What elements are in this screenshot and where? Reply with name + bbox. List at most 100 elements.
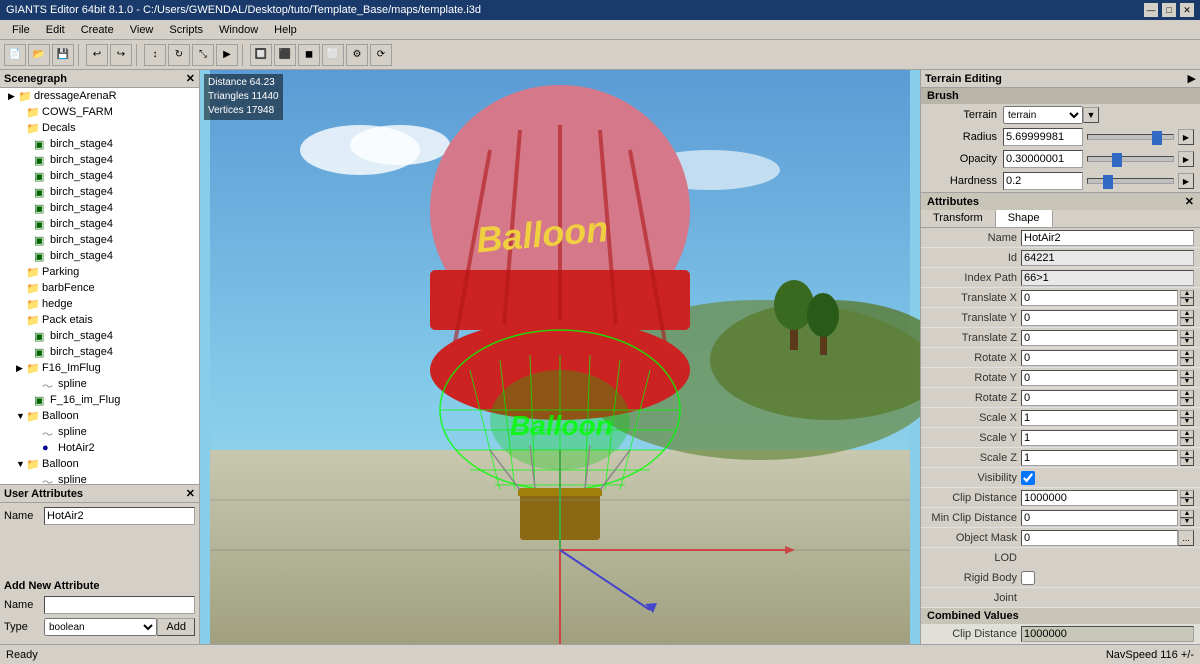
translate-x-down[interactable]: ▼	[1180, 298, 1194, 306]
tree-item[interactable]: ▣birch_stage4	[0, 328, 199, 344]
min-clip-down[interactable]: ▼	[1180, 518, 1194, 526]
rotate-z-down[interactable]: ▼	[1180, 398, 1194, 406]
field-scale-z-input[interactable]	[1021, 450, 1178, 466]
hardness-thumb[interactable]	[1103, 175, 1113, 189]
tool4-button[interactable]: ⬜	[322, 44, 344, 66]
field-translate-z-input[interactable]	[1021, 330, 1178, 346]
scale-x-down[interactable]: ▼	[1180, 418, 1194, 426]
scale-z-up[interactable]: ▲	[1180, 450, 1194, 458]
tree-item[interactable]: ▣birch_stage4	[0, 136, 199, 152]
scale-button[interactable]: ⤡	[192, 44, 214, 66]
tree-item[interactable]: ▣F_16_im_Flug	[0, 392, 199, 408]
tree-item[interactable]: 📁COWS_FARM	[0, 104, 199, 120]
scale-y-down[interactable]: ▼	[1180, 438, 1194, 446]
terrain-expand-btn[interactable]: ▼	[1083, 107, 1099, 123]
field-translate-y-input[interactable]	[1021, 310, 1178, 326]
tree-item[interactable]: ▶📁dressageArenaR	[0, 88, 199, 104]
undo-button[interactable]: ↩	[86, 44, 108, 66]
translate-button[interactable]: ↕	[144, 44, 166, 66]
opacity-input[interactable]	[1003, 150, 1083, 168]
menu-edit[interactable]: Edit	[38, 20, 73, 39]
menu-view[interactable]: View	[122, 20, 162, 39]
right-panel-expand[interactable]: ▶	[1188, 72, 1196, 85]
visibility-checkbox[interactable]	[1021, 471, 1035, 485]
tree-item[interactable]: ●HotAir2	[0, 440, 199, 456]
tree-item[interactable]: ▣birch_stage4	[0, 184, 199, 200]
hardness-arrow[interactable]: ▶	[1178, 173, 1194, 189]
scenegraph-close[interactable]: ✕	[186, 72, 195, 85]
tree-item[interactable]: ▼📁Balloon	[0, 408, 199, 424]
tree-item[interactable]: ▣birch_stage4	[0, 344, 199, 360]
tree-item[interactable]: 📁Decals	[0, 120, 199, 136]
tool1-button[interactable]: 🔲	[250, 44, 272, 66]
rotate-y-down[interactable]: ▼	[1180, 378, 1194, 386]
terrain-select[interactable]: terrain	[1003, 106, 1083, 124]
menu-file[interactable]: File	[4, 20, 38, 39]
refresh-button[interactable]: ⟳	[370, 44, 392, 66]
min-clip-up[interactable]: ▲	[1180, 510, 1194, 518]
field-obj-mask-input[interactable]	[1021, 530, 1178, 546]
tree-item[interactable]: 📁Pack etais	[0, 312, 199, 328]
rotate-button[interactable]: ↻	[168, 44, 190, 66]
tree-item[interactable]: 〜spline	[0, 472, 199, 484]
tab-transform[interactable]: Transform	[921, 210, 996, 227]
radius-slider[interactable]	[1087, 134, 1174, 140]
tree-item[interactable]: ▣birch_stage4	[0, 216, 199, 232]
opacity-slider[interactable]	[1087, 156, 1174, 162]
rotate-x-up[interactable]: ▲	[1180, 350, 1194, 358]
tab-shape[interactable]: Shape	[996, 210, 1053, 227]
obj-mask-btn[interactable]: ...	[1178, 530, 1194, 546]
opacity-arrow[interactable]: ▶	[1178, 151, 1194, 167]
clip-dist-up[interactable]: ▲	[1180, 490, 1194, 498]
field-translate-x-input[interactable]	[1021, 290, 1178, 306]
field-scale-x-input[interactable]	[1021, 410, 1178, 426]
settings-button[interactable]: ⚙	[346, 44, 368, 66]
scale-y-up[interactable]: ▲	[1180, 430, 1194, 438]
field-rotate-x-input[interactable]	[1021, 350, 1178, 366]
attr-name-input[interactable]	[44, 596, 195, 614]
field-clip-dist-input[interactable]	[1021, 490, 1178, 506]
maximize-button[interactable]: □	[1162, 3, 1176, 17]
tree-item[interactable]: 〜spline	[0, 376, 199, 392]
translate-z-down[interactable]: ▼	[1180, 338, 1194, 346]
hardness-slider[interactable]	[1087, 178, 1174, 184]
save-button[interactable]: 💾	[52, 44, 74, 66]
redo-button[interactable]: ↪	[110, 44, 132, 66]
rotate-z-up[interactable]: ▲	[1180, 390, 1194, 398]
tree-item[interactable]: 📁barbFence	[0, 280, 199, 296]
rigid-body-checkbox[interactable]	[1021, 571, 1035, 585]
tree-item[interactable]: ▶📁F16_ImFlug	[0, 360, 199, 376]
tree-item[interactable]: 〜spline	[0, 424, 199, 440]
menu-window[interactable]: Window	[211, 20, 266, 39]
field-rotate-z-input[interactable]	[1021, 390, 1178, 406]
attr-type-select[interactable]: boolean integer float string	[44, 618, 157, 636]
translate-y-up[interactable]: ▲	[1180, 310, 1194, 318]
tree-item[interactable]: ▣birch_stage4	[0, 152, 199, 168]
play-button[interactable]: ▶	[216, 44, 238, 66]
rotate-x-down[interactable]: ▼	[1180, 358, 1194, 366]
translate-x-up[interactable]: ▲	[1180, 290, 1194, 298]
scale-x-up[interactable]: ▲	[1180, 410, 1194, 418]
scale-z-down[interactable]: ▼	[1180, 458, 1194, 466]
tool3-button[interactable]: ◼	[298, 44, 320, 66]
minimize-button[interactable]: —	[1144, 3, 1158, 17]
scenegraph-list[interactable]: ▶📁dressageArenaR📁COWS_FARM📁Decals▣birch_…	[0, 88, 199, 484]
hardness-input[interactable]	[1003, 172, 1083, 190]
opacity-thumb[interactable]	[1112, 153, 1122, 167]
add-attr-button[interactable]: Add	[157, 618, 195, 636]
translate-y-down[interactable]: ▼	[1180, 318, 1194, 326]
tree-item[interactable]: 📁Parking	[0, 264, 199, 280]
field-rotate-y-input[interactable]	[1021, 370, 1178, 386]
field-scale-y-input[interactable]	[1021, 430, 1178, 446]
menu-scripts[interactable]: Scripts	[161, 20, 211, 39]
radius-thumb[interactable]	[1152, 131, 1162, 145]
tree-item[interactable]: ▣birch_stage4	[0, 168, 199, 184]
viewport[interactable]: Balloon Balloon	[200, 70, 920, 644]
rotate-y-up[interactable]: ▲	[1180, 370, 1194, 378]
name-input[interactable]	[44, 507, 195, 525]
field-min-clip-input[interactable]	[1021, 510, 1178, 526]
tree-item[interactable]: ▣birch_stage4	[0, 248, 199, 264]
close-button[interactable]: ✕	[1180, 3, 1194, 17]
radius-arrow[interactable]: ▶	[1178, 129, 1194, 145]
tool2-button[interactable]: ⬛	[274, 44, 296, 66]
